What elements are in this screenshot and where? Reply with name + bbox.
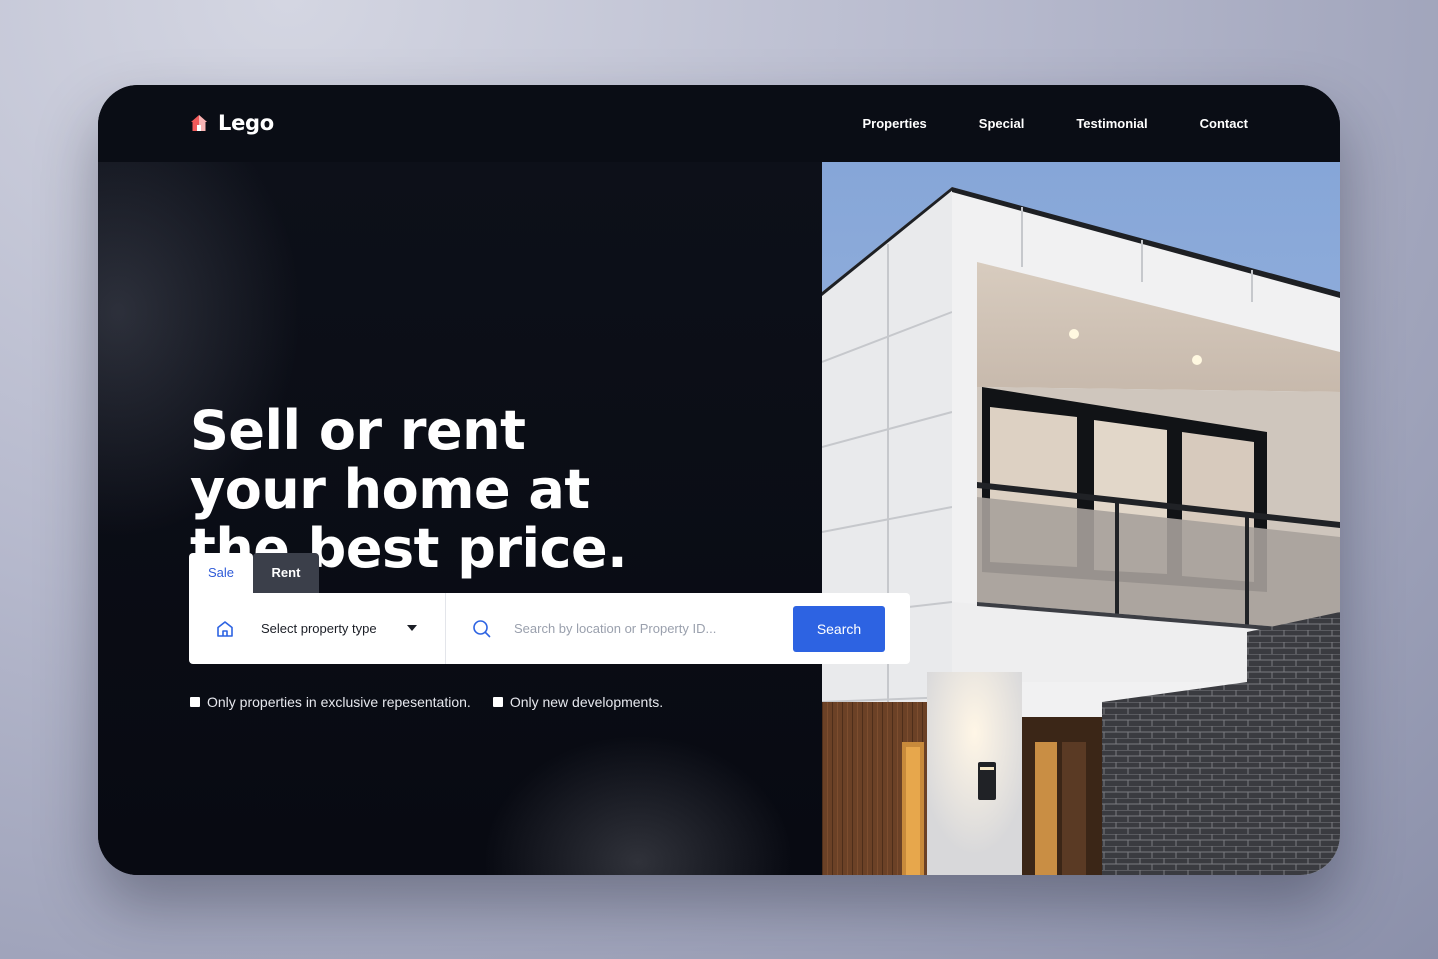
search-input[interactable] (514, 611, 779, 646)
filter-new-developments[interactable]: Only new developments. (492, 694, 664, 710)
headline-line: your home at (190, 458, 590, 521)
checkbox[interactable] (492, 697, 503, 707)
house-illustration (822, 162, 1340, 875)
nav-link-properties[interactable]: Properties (862, 116, 926, 131)
search-icon (473, 620, 491, 638)
filter-exclusive-label: Only properties in exclusive repesentati… (207, 694, 471, 710)
navbar: Lego Properties Special Testimonial Cont… (98, 85, 1340, 162)
nav-link-contact[interactable]: Contact (1200, 116, 1248, 131)
landing-card: Lego Properties Special Testimonial Cont… (98, 85, 1340, 875)
property-type-label: Select property type (261, 621, 377, 636)
hero-section: Sell or rent your home at the best price… (98, 162, 822, 875)
filter-new-developments-label: Only new developments. (509, 694, 664, 710)
nav-link-special[interactable]: Special (979, 116, 1025, 131)
filter-options: Only properties in exclusive repesentati… (190, 694, 663, 710)
home-icon (217, 621, 233, 637)
tab-rent[interactable]: Rent (253, 553, 319, 593)
search-button[interactable]: Search (793, 606, 885, 652)
nav-link-testimonial[interactable]: Testimonial (1076, 116, 1147, 131)
brand-name: Lego (218, 111, 274, 135)
tab-sale[interactable]: Sale (189, 553, 253, 593)
property-type-select[interactable]: Select property type (189, 593, 446, 664)
filter-exclusive[interactable]: Only properties in exclusive repesentati… (190, 694, 471, 710)
search-bar: Select property type Search (189, 593, 910, 664)
nav-links: Properties Special Testimonial Contact (862, 116, 1248, 131)
hero-headline: Sell or rent your home at the best price… (190, 401, 710, 578)
modern-house-photo (822, 162, 1340, 875)
checkbox[interactable] (190, 697, 200, 707)
headline-line: Sell or rent (190, 399, 526, 462)
chevron-down-icon (407, 625, 417, 631)
listing-type-tabs: Sale Rent (189, 553, 319, 593)
brand-logo[interactable]: Lego (190, 111, 274, 135)
house-icon (191, 115, 207, 131)
